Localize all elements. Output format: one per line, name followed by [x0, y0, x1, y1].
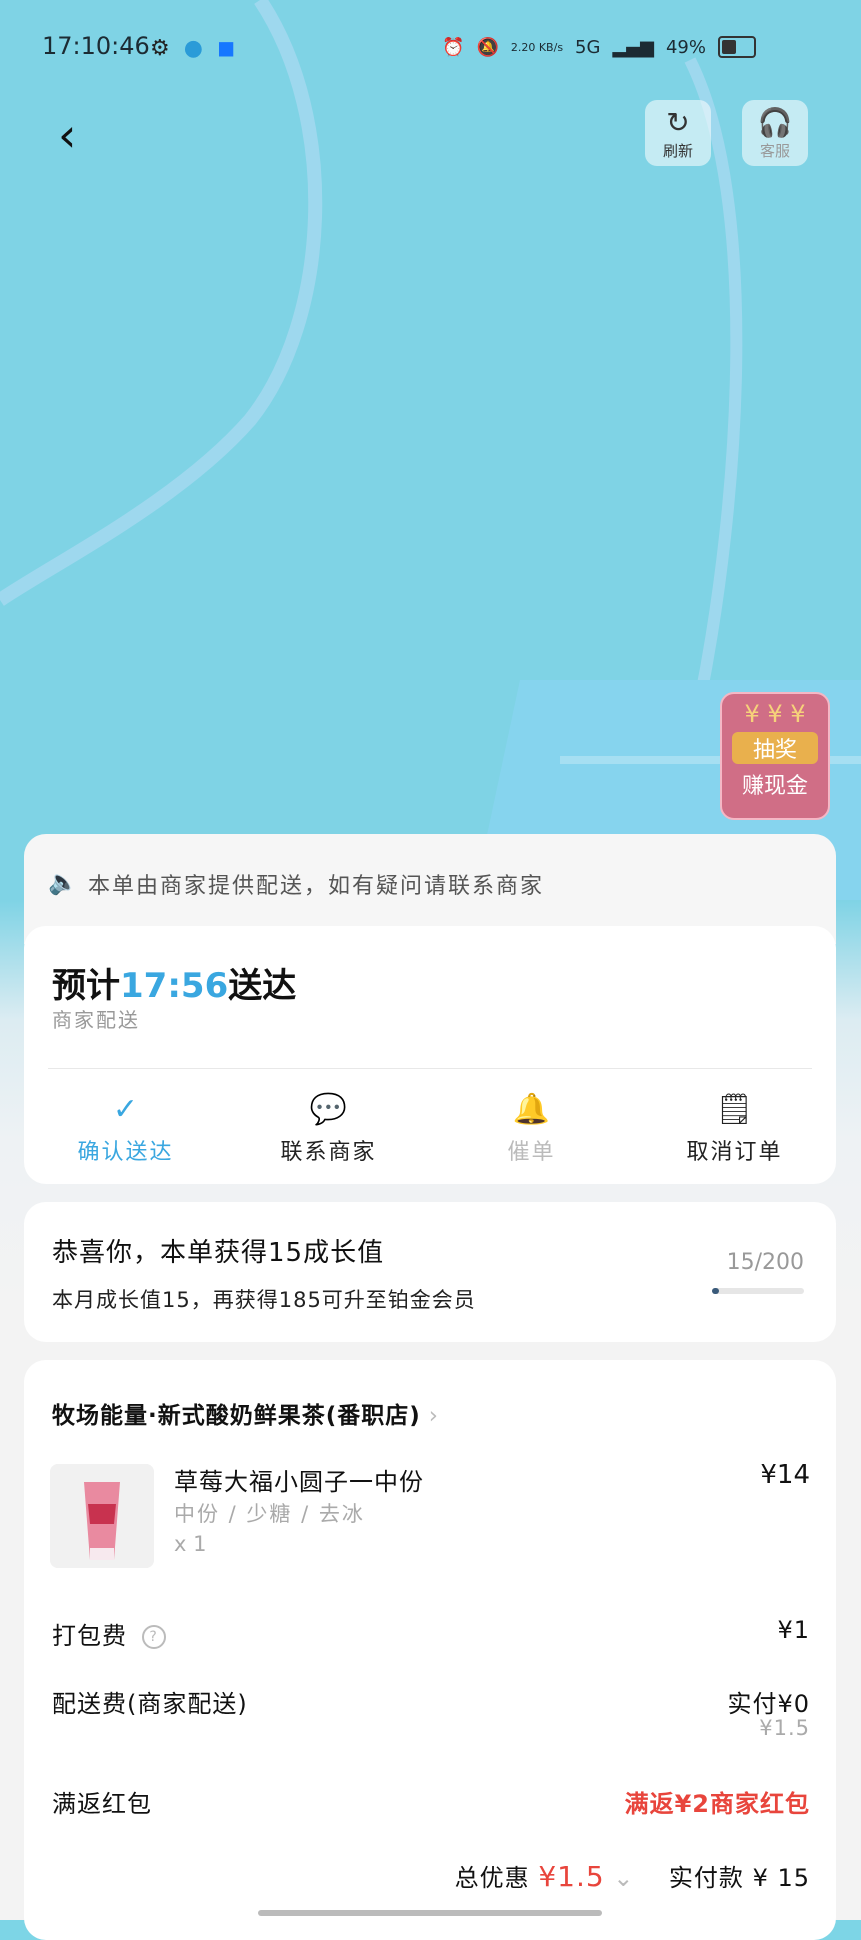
- notice-text: 本单由商家提供配送，如有疑问请联系商家: [88, 874, 545, 899]
- delivery-fee-original: ¥1.5: [759, 1716, 810, 1740]
- alipay-icon: ◼: [216, 36, 236, 61]
- total-discount-label: 总优惠: [454, 1864, 530, 1892]
- total-discount[interactable]: ¥1.5: [538, 1860, 604, 1893]
- chat-icon: 💬: [309, 1092, 348, 1127]
- item-name: 草莓大福小圆子一中份: [174, 1468, 424, 1496]
- mute-icon: 🔕: [476, 36, 499, 58]
- growth-progress-bar: [712, 1288, 804, 1294]
- packing-fee-label: 打包费: [52, 1622, 127, 1650]
- paid-label: 实付款: [668, 1864, 744, 1892]
- delivery-card: 预计17:56送达 商家配送 ✓ 确认送达 💬 联系商家 🔔 催单 🗒 取消订单: [24, 926, 836, 1184]
- red-packet-label: 满返红包: [52, 1790, 152, 1818]
- order-total: 总优惠 ¥1.5 ⌄ 实付款 ¥ 15: [455, 1858, 810, 1893]
- service-label: 客服: [759, 142, 790, 160]
- urge-order-button[interactable]: 🔔 催单: [430, 1090, 633, 1166]
- cancel-order-button[interactable]: 🗒 取消订单: [633, 1090, 836, 1166]
- lottery-line1: 抽奖: [732, 732, 818, 764]
- confirm-delivery-button[interactable]: ✓ 确认送达: [24, 1090, 227, 1166]
- confirm-delivery-label: 确认送达: [77, 1140, 174, 1165]
- cancel-order-label: 取消订单: [686, 1140, 783, 1165]
- notification-icons: ⚙ ● ◼: [150, 36, 235, 61]
- refresh-icon: ↻: [666, 106, 690, 139]
- contact-merchant-button[interactable]: 💬 联系商家: [227, 1090, 430, 1166]
- cancel-order-icon: 🗒: [715, 1092, 754, 1127]
- refresh-label: 刷新: [662, 142, 693, 160]
- status-time: 17:10:46: [42, 32, 150, 60]
- order-actions: ✓ 确认送达 💬 联系商家 🔔 催单 🗒 取消订单: [24, 1090, 836, 1166]
- growth-card[interactable]: 恭喜你，本单获得15成长值 本月成长值15，再获得185可升至铂金会员 15/2…: [24, 1202, 836, 1342]
- lottery-line2: 赚现金: [741, 774, 808, 799]
- eta-time: 17:56: [120, 966, 229, 1006]
- urge-order-label: 催单: [507, 1140, 556, 1165]
- divider: [48, 1068, 812, 1069]
- delivery-mode: 商家配送: [52, 1008, 140, 1032]
- item-spec: 中份 / 少糖 / 去冰: [174, 1502, 365, 1526]
- coins-icon: ¥ ¥ ¥: [744, 700, 806, 728]
- speaker-icon: 🔈: [48, 868, 78, 896]
- headset-icon: 🎧: [757, 106, 793, 139]
- delivery-fee-paid: 实付¥0: [727, 1690, 810, 1718]
- lottery-badge[interactable]: ¥ ¥ ¥ 抽奖 赚现金: [720, 692, 830, 820]
- battery-text: 49%: [665, 36, 706, 58]
- chevron-right-icon: ›: [428, 1403, 439, 1429]
- chevron-down-icon[interactable]: ⌄: [613, 1864, 634, 1892]
- back-button[interactable]: ‹: [58, 110, 98, 160]
- eta-prefix: 预计: [52, 966, 120, 1006]
- home-indicator[interactable]: [258, 1910, 602, 1916]
- growth-headline: 恭喜你，本单获得15成长值: [52, 1238, 385, 1268]
- packing-fee-row: 打包费 ? ¥1: [52, 1616, 810, 1651]
- check-circle-icon: ✓: [112, 1092, 139, 1127]
- qq-icon: ●: [183, 36, 203, 61]
- gear-icon: ⚙: [150, 36, 170, 61]
- contact-merchant-label: 联系商家: [280, 1140, 377, 1165]
- packing-fee-value: ¥1: [777, 1616, 810, 1644]
- bell-icon: 🔔: [512, 1092, 551, 1127]
- status-right: ⏰ 🔕 2.20 KB/s 5G ▂▄▆ 49%: [442, 36, 756, 58]
- eta-suffix: 送达: [228, 966, 297, 1006]
- red-packet-value[interactable]: 满返¥2商家红包: [625, 1784, 810, 1819]
- item-price: ¥14: [760, 1460, 810, 1490]
- order-card: 牧场能量·新式酸奶鲜果茶(番职店) › 草莓大福小圆子一中份 中份 / 少糖 / …: [24, 1360, 836, 1940]
- red-packet-row: 满返红包 满返¥2商家红包: [52, 1784, 810, 1819]
- net-speed: 2.20 KB/s: [510, 40, 564, 54]
- signal-icon: ▂▄▆: [612, 36, 654, 58]
- delivery-fee-row: 配送费(商家配送) 实付¥0 ¥1.5: [52, 1684, 810, 1740]
- eta-title: 预计17:56送达: [52, 958, 296, 1007]
- paid-amount: ¥ 15: [752, 1864, 810, 1892]
- delivery-fee-label: 配送费(商家配送): [52, 1690, 248, 1718]
- customer-service-button[interactable]: 🎧 客服: [742, 100, 808, 166]
- growth-progress-text: 15/200: [726, 1250, 804, 1275]
- status-bar: 17:10:46 ⚙ ● ◼ ⏰ 🔕 2.20 KB/s 5G ▂▄▆ 49%: [0, 0, 861, 100]
- drink-image: [50, 1464, 154, 1568]
- growth-detail: 本月成长值15，再获得185可升至铂金会员: [52, 1288, 476, 1312]
- alarm-icon: ⏰: [442, 36, 465, 58]
- refresh-button[interactable]: ↻ 刷新: [645, 100, 711, 166]
- chevron-left-icon: ‹: [58, 108, 77, 162]
- item-thumbnail[interactable]: [50, 1464, 154, 1568]
- help-icon[interactable]: ?: [141, 1625, 166, 1649]
- item-qty: x 1: [174, 1532, 207, 1556]
- network-type: 5G: [575, 36, 601, 58]
- shop-name-link[interactable]: 牧场能量·新式酸奶鲜果茶(番职店) ›: [52, 1396, 439, 1430]
- shop-name: 牧场能量·新式酸奶鲜果茶(番职店): [52, 1403, 421, 1429]
- battery-icon: [718, 36, 756, 58]
